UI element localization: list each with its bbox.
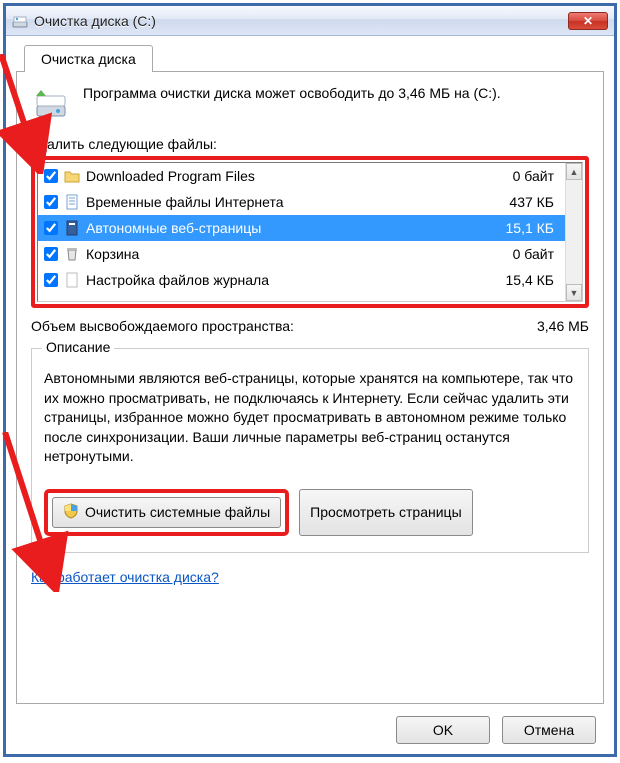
tab-disk-cleanup[interactable]: Очистка диска [24,45,153,72]
clean-system-label: Очистить системные файлы [85,504,270,520]
folder-icon [64,168,80,184]
page-dark-icon [64,220,80,236]
list-item[interactable]: Настройка файлов журнала15,4 КБ [38,267,582,293]
file-checkbox[interactable] [44,169,58,183]
view-page-label: Просмотреть страницы [310,504,461,520]
close-button[interactable]: ✕ [568,12,608,30]
cleanup-icon [31,84,71,124]
file-checkbox[interactable] [44,221,58,235]
bin-icon [64,246,80,262]
list-item[interactable]: Downloaded Program Files0 байт [38,163,582,189]
file-checkbox[interactable] [44,247,58,261]
file-name: Настройка файлов журнала [86,272,478,288]
file-size: 15,4 КБ [478,272,558,288]
file-size: 437 КБ [478,194,558,210]
description-legend: Описание [42,339,114,355]
cleanup-title-icon [12,13,28,29]
delete-files-label: Удалить следующие файлы: [31,136,589,152]
ok-button[interactable]: OK [396,716,490,744]
file-checkbox[interactable] [44,273,58,287]
shield-icon [63,503,79,522]
list-item[interactable]: Корзина0 байт [38,241,582,267]
scroll-down-icon[interactable]: ▼ [566,284,582,301]
page-blank-icon [64,272,80,288]
scroll-up-icon[interactable]: ▲ [566,163,582,180]
info-text: Программа очистки диска может освободить… [83,84,501,103]
view-page-button[interactable]: Просмотреть страницы [299,489,472,536]
description-text: Автономными являются веб-страницы, котор… [44,369,576,467]
file-list[interactable]: Downloaded Program Files0 байтВременные … [37,162,583,302]
total-space-value: 3,46 МБ [499,318,589,334]
file-name: Временные файлы Интернета [86,194,478,210]
help-link[interactable]: Как работает очистка диска? [31,569,589,585]
page-icon [64,194,80,210]
list-item[interactable]: Временные файлы Интернета437 КБ [38,189,582,215]
highlight-file-list: Downloaded Program Files0 байтВременные … [31,156,589,308]
file-name: Downloaded Program Files [86,168,478,184]
window-title: Очистка диска (C:) [34,13,568,29]
file-checkbox[interactable] [44,195,58,209]
list-item[interactable]: Автономные веб-страницы15,1 КБ [38,215,582,241]
clean-system-button[interactable]: Очистить системные файлы [52,497,281,528]
file-size: 15,1 КБ [478,220,558,236]
close-icon: ✕ [583,14,593,28]
file-name: Автономные веб-страницы [86,220,478,236]
highlight-clean-system: Очистить системные файлы [44,489,289,536]
titlebar: Очистка диска (C:) ✕ [6,6,614,36]
total-space-label: Объем высвобождаемого пространства: [31,318,499,334]
file-size: 0 байт [478,168,558,184]
scrollbar[interactable]: ▲ ▼ [565,163,582,301]
description-group: Описание Автономными являются веб-страни… [31,348,589,553]
cancel-button[interactable]: Отмена [502,716,596,744]
file-size: 0 байт [478,246,558,262]
file-name: Корзина [86,246,478,262]
